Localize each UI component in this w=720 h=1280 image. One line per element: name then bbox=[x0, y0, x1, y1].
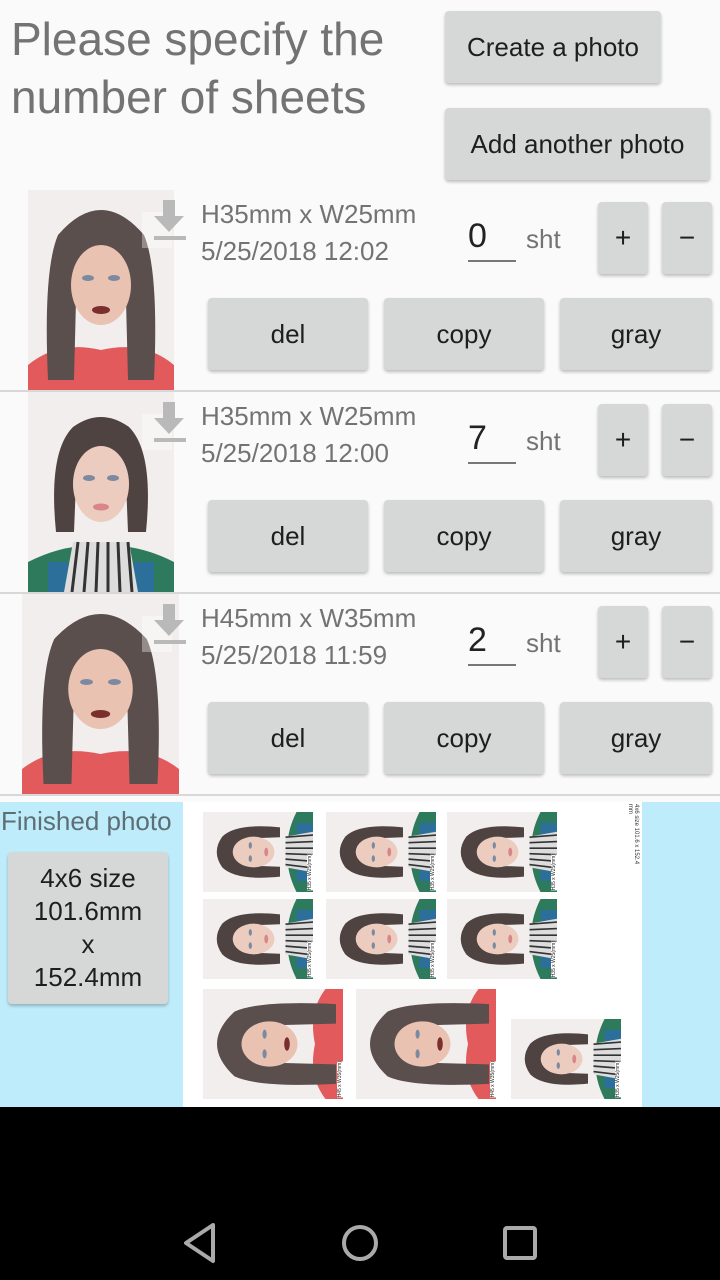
sheet-unit-label: sht bbox=[526, 426, 561, 456]
add-another-photo-button[interactable]: Add another photo bbox=[445, 108, 710, 180]
grayscale-button[interactable]: gray bbox=[560, 298, 712, 370]
size-line-3: x bbox=[81, 929, 95, 959]
decrement-button[interactable]: − bbox=[662, 202, 712, 274]
row-divider bbox=[0, 794, 720, 796]
sheet-count-input[interactable]: 0 bbox=[468, 216, 516, 262]
paper-size-button[interactable]: 4x6 size 101.6mm x 152.4mm bbox=[8, 852, 168, 1004]
download-icon[interactable] bbox=[142, 196, 188, 248]
finished-photo-panel: Finished photo 4x6 size 101.6mm x 152.4m… bbox=[0, 802, 720, 1107]
sheet-unit-label: sht bbox=[526, 628, 561, 658]
sheet-caption: 4x6 size 101.6 x 152.4 mm bbox=[627, 804, 639, 865]
printed-photo-thumbnail: H35 x W25(mm) bbox=[203, 899, 313, 979]
size-line-1: 4x6 size bbox=[40, 863, 136, 893]
copy-button[interactable]: copy bbox=[384, 500, 544, 572]
photo-date: 5/25/2018 11:59 bbox=[201, 640, 388, 670]
decrement-button[interactable]: − bbox=[662, 606, 712, 678]
photo-size: H35mm x W25mm bbox=[201, 401, 417, 431]
printed-photo-thumbnail: H35 x W25(mm) bbox=[326, 899, 436, 979]
delete-button[interactable]: del bbox=[208, 298, 368, 370]
photo-size: H45mm x W35mm bbox=[201, 603, 417, 633]
decrement-button[interactable]: − bbox=[662, 404, 712, 476]
printed-photo-thumbnail: H35 x W25(mm) bbox=[203, 812, 313, 892]
thumbnail-size-label: H35 x W25(mm) bbox=[551, 940, 557, 977]
photo-row: H35mm x W25mm 5/25/2018 12:02 0 sht + − del cop… bbox=[0, 190, 720, 392]
printed-photo-thumbnail: H35 x W25(mm) bbox=[326, 812, 436, 892]
thumbnail-size-label: H45 x W35(mm) bbox=[490, 1060, 496, 1097]
grayscale-button[interactable]: gray bbox=[560, 702, 712, 774]
delete-button[interactable]: del bbox=[208, 500, 368, 572]
photo-date: 5/25/2018 12:00 bbox=[201, 438, 389, 468]
delete-button[interactable]: del bbox=[208, 702, 368, 774]
thumbnail-size-label: H35 x W25(mm) bbox=[307, 853, 313, 890]
sheet-count-input[interactable]: 7 bbox=[468, 418, 516, 464]
printed-photo-thumbnail: H35 x W25(mm) bbox=[447, 812, 557, 892]
page-title: Please specify the number of sheets bbox=[11, 13, 385, 123]
sheet-unit-label: sht bbox=[526, 224, 561, 254]
download-icon[interactable] bbox=[142, 600, 188, 652]
thumbnail-size-label: H35 x W25(mm) bbox=[430, 940, 436, 977]
photo-row: H35mm x W25mm 5/25/2018 12:00 7 sht + − del cop… bbox=[0, 392, 720, 594]
printed-photo-thumbnail: H45 x W35(mm) bbox=[356, 989, 496, 1099]
navigation-bar bbox=[0, 1107, 720, 1280]
finished-photo-label: Finished photo bbox=[1, 806, 172, 836]
size-line-4: 152.4mm bbox=[33, 962, 143, 992]
printed-photo-thumbnail: H35 x W25(mm) bbox=[511, 1019, 621, 1099]
back-icon[interactable] bbox=[180, 1221, 220, 1265]
photo-row: H45mm x W35mm 5/25/2018 11:59 2 sht + − del cop… bbox=[0, 594, 720, 796]
photo-size: H35mm x W25mm bbox=[201, 199, 417, 229]
size-line-2: 101.6mm bbox=[33, 896, 143, 926]
copy-button[interactable]: copy bbox=[384, 702, 544, 774]
grayscale-button[interactable]: gray bbox=[560, 500, 712, 572]
print-sheet-preview[interactable]: 4x6 size 101.6 x 152.4 mm H35 x W25(mm) H… bbox=[183, 802, 642, 1107]
copy-button[interactable]: copy bbox=[384, 298, 544, 370]
photo-date: 5/25/2018 12:02 bbox=[201, 236, 389, 266]
download-icon[interactable] bbox=[142, 398, 188, 450]
thumbnail-size-label: H35 x W25(mm) bbox=[615, 1060, 621, 1097]
home-icon[interactable] bbox=[340, 1223, 380, 1263]
increment-button[interactable]: + bbox=[598, 202, 648, 274]
thumbnail-size-label: H35 x W25(mm) bbox=[307, 940, 313, 977]
thumbnail-size-label: H35 x W25(mm) bbox=[551, 853, 557, 890]
increment-button[interactable]: + bbox=[598, 404, 648, 476]
recents-icon[interactable] bbox=[502, 1225, 538, 1261]
printed-photo-thumbnail: H45 x W35(mm) bbox=[203, 989, 343, 1099]
thumbnail-size-label: H35 x W25(mm) bbox=[430, 853, 436, 890]
create-photo-button[interactable]: Create a photo bbox=[445, 11, 661, 83]
increment-button[interactable]: + bbox=[598, 606, 648, 678]
printed-photo-thumbnail: H35 x W25(mm) bbox=[447, 899, 557, 979]
sheet-count-input[interactable]: 2 bbox=[468, 620, 516, 666]
thumbnail-size-label: H45 x W35(mm) bbox=[337, 1060, 343, 1097]
